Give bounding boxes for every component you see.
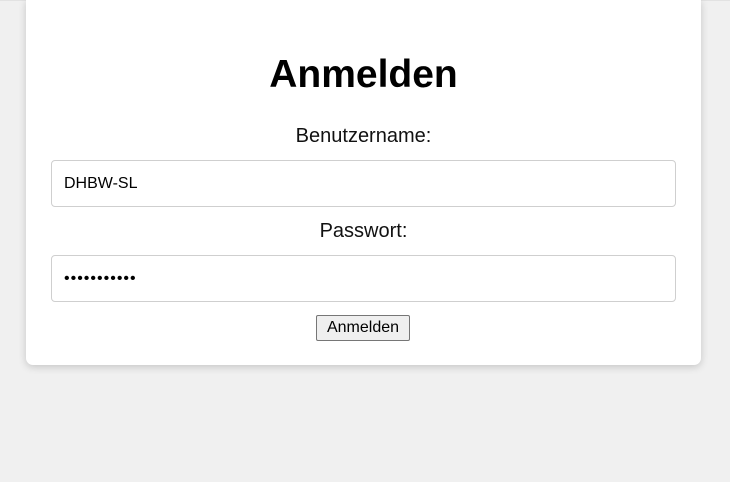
- password-label: Passwort:: [319, 220, 408, 242]
- login-card: Anmelden Benutzername: Passwort: Anmelde…: [26, 0, 701, 365]
- username-label: Benutzername:: [295, 125, 432, 147]
- username-input[interactable]: [51, 160, 676, 207]
- login-button[interactable]: Anmelden: [316, 315, 410, 341]
- password-input[interactable]: [51, 255, 676, 302]
- page-title: Anmelden: [269, 53, 458, 96]
